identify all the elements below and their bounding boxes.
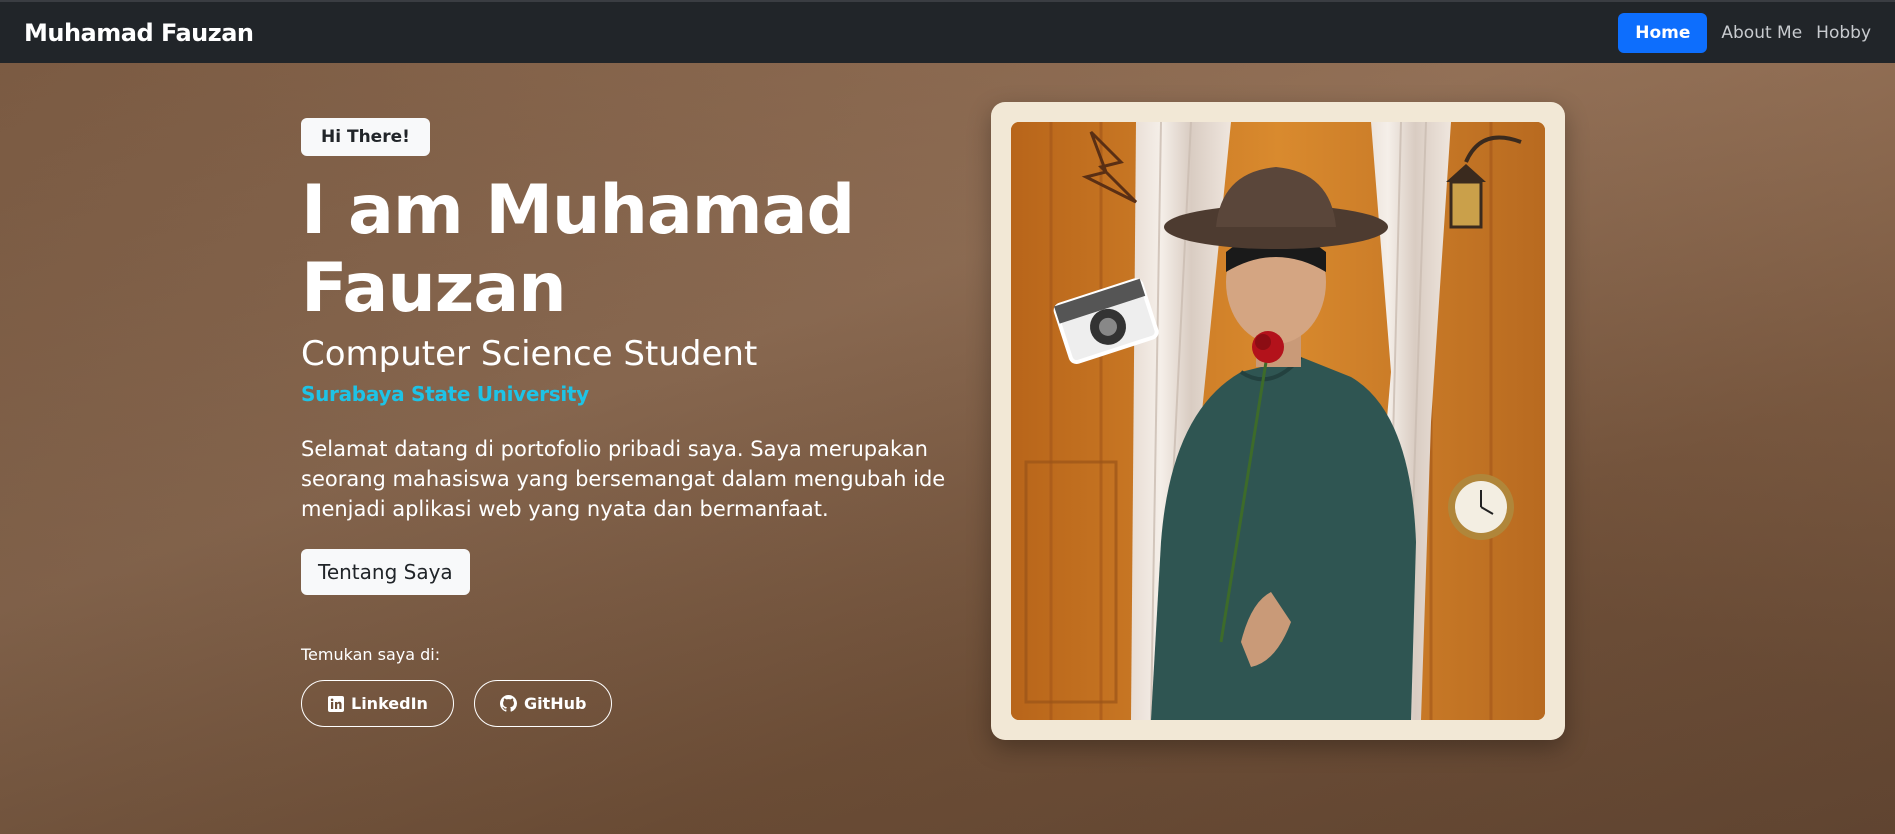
find-me-label: Temukan saya di: — [301, 645, 441, 664]
hero-title: I am Muhamad Fauzan — [301, 171, 855, 328]
profile-photo-card — [991, 102, 1565, 740]
hero-subtitle: Computer Science Student — [301, 334, 758, 374]
github-icon — [500, 695, 518, 713]
linkedin-label: LinkedIn — [351, 694, 428, 713]
hero-intro: Hi There! I am Muhamad Fauzan Computer S… — [301, 118, 945, 727]
hero-description: Selamat datang di portofolio pribadi say… — [301, 437, 946, 521]
github-label: GitHub — [523, 694, 587, 713]
navbar: Muhamad Fauzan Home About Me Hobby — [0, 0, 1895, 63]
social-links: LinkedIn GitHub — [301, 680, 941, 727]
github-button[interactable]: GitHub — [473, 680, 613, 727]
greeting-badge: Hi There! — [301, 118, 430, 156]
linkedin-button[interactable]: LinkedIn — [301, 680, 454, 727]
about-me-button[interactable]: Tentang Saya — [301, 549, 470, 595]
linkedin-icon — [327, 695, 345, 713]
nav-links: Home About Me Hobby — [1618, 12, 1871, 53]
nav-about-me[interactable]: About Me — [1721, 15, 1802, 51]
brand-name[interactable]: Muhamad Fauzan — [24, 19, 254, 47]
nav-home[interactable]: Home — [1618, 12, 1708, 53]
profile-photo — [1011, 122, 1545, 720]
university-name: Surabaya State University — [301, 382, 589, 406]
nav-hobby[interactable]: Hobby — [1816, 15, 1871, 51]
